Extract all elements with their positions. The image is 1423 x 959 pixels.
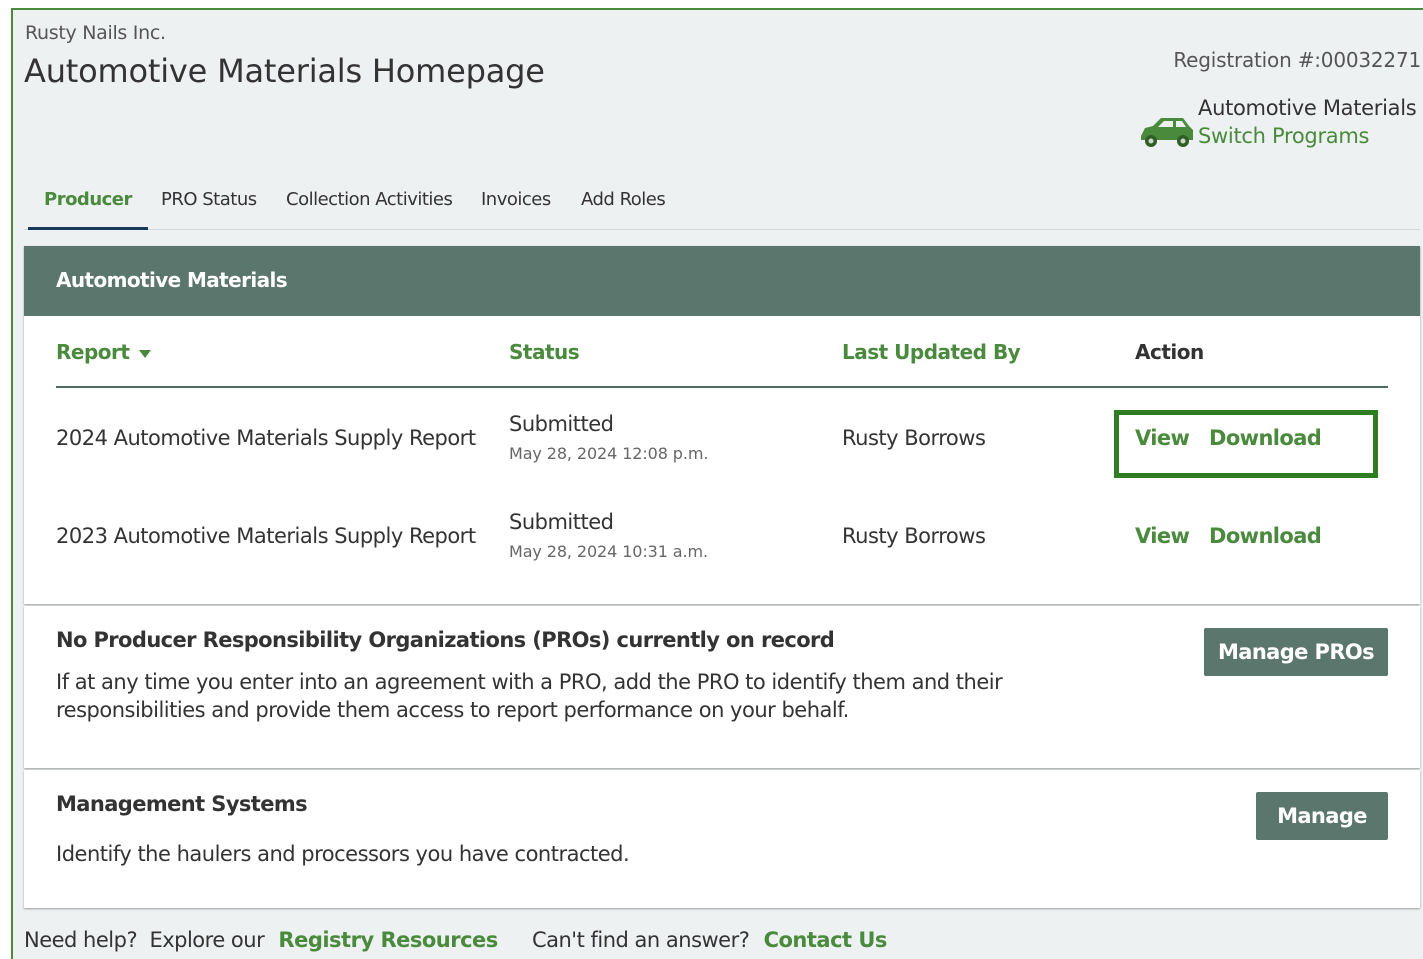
- pros-description-line-1: If at any time you enter into an agreeme…: [56, 670, 1003, 694]
- sort-down-icon: [138, 350, 151, 358]
- registry-resources-link[interactable]: Registry Resources: [278, 928, 498, 952]
- current-program-name: Automotive Materials: [1198, 96, 1417, 120]
- tab-producer[interactable]: Producer: [28, 189, 148, 230]
- app-frame: Rusty Nails Inc. Automotive Materials Ho…: [11, 8, 1423, 959]
- download-link[interactable]: Download: [1209, 524, 1322, 548]
- pros-description-line-2: responsibilities and provide them access…: [56, 698, 849, 722]
- updated-by: Rusty Borrows: [842, 524, 986, 548]
- tab-pro-status[interactable]: PRO Status: [161, 189, 257, 230]
- switch-programs-link[interactable]: Switch Programs: [1198, 124, 1369, 148]
- status-text: Submitted: [509, 412, 614, 436]
- page-title: Automotive Materials Homepage: [24, 52, 545, 90]
- tab-add-roles[interactable]: Add Roles: [581, 189, 666, 230]
- report-column-header[interactable]: Report: [56, 340, 152, 364]
- help-text: Need help? Explore our: [24, 928, 265, 952]
- management-systems-panel: Management Systems Identify the haulers …: [24, 770, 1420, 908]
- report-name: 2023 Automotive Materials Supply Report: [56, 524, 476, 548]
- panel-title: Automotive Materials: [24, 246, 1420, 316]
- report-column-label: Report: [56, 340, 130, 364]
- manage-button[interactable]: Manage: [1256, 792, 1388, 840]
- company-name: Rusty Nails Inc.: [25, 22, 166, 44]
- status-column-header[interactable]: Status: [509, 340, 580, 364]
- contact-us-link[interactable]: Contact Us: [764, 928, 888, 952]
- cant-find-text: Can't find an answer?: [531, 928, 750, 952]
- status-date: May 28, 2024 10:31 a.m.: [509, 542, 708, 561]
- updated-by: Rusty Borrows: [842, 426, 986, 450]
- management-description: Identify the haulers and processors you …: [56, 842, 630, 866]
- car-icon: [1141, 118, 1193, 147]
- help-footer: Need help? Explore our Registry Resource…: [24, 928, 887, 952]
- tab-bar: Producer PRO Status Collection Activitie…: [24, 186, 1420, 230]
- view-link[interactable]: View: [1135, 524, 1190, 548]
- report-name: 2024 Automotive Materials Supply Report: [56, 426, 476, 450]
- header-divider: [56, 386, 1388, 388]
- pros-title: No Producer Responsibility Organizations…: [56, 628, 835, 652]
- last-updated-column-header[interactable]: Last Updated By: [842, 340, 1021, 364]
- tab-invoices[interactable]: Invoices: [481, 189, 551, 230]
- status-text: Submitted: [509, 510, 614, 534]
- tab-collection-activities[interactable]: Collection Activities: [286, 189, 453, 230]
- action-column-header: Action: [1135, 340, 1204, 364]
- pros-panel: No Producer Responsibility Organizations…: [24, 606, 1420, 768]
- reports-panel: Automotive Materials Report Status Last …: [24, 246, 1420, 604]
- status-date: May 28, 2024 12:08 p.m.: [509, 444, 709, 463]
- manage-pros-button[interactable]: Manage PROs: [1204, 628, 1388, 676]
- highlight-box: [1114, 410, 1378, 478]
- management-title: Management Systems: [56, 792, 308, 816]
- registration-number: Registration #:00032271: [1173, 48, 1421, 72]
